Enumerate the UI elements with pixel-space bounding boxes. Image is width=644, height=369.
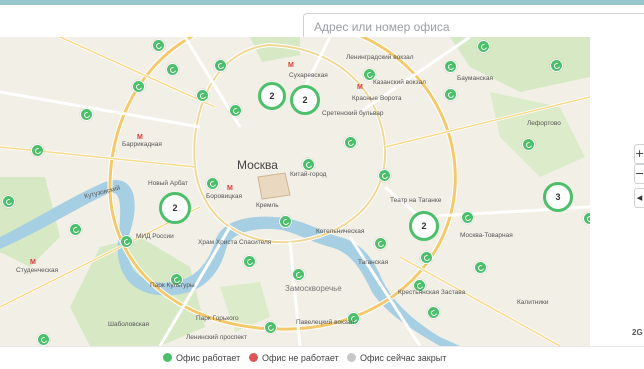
- search-input[interactable]: [303, 13, 644, 40]
- map-label: Сретенский бульвар: [322, 110, 384, 117]
- office-marker[interactable]: [477, 40, 490, 53]
- zoom-in-button[interactable]: +: [634, 144, 644, 164]
- office-marker[interactable]: [37, 333, 50, 346]
- map-label: Крестьянская Застава: [398, 289, 466, 296]
- office-marker[interactable]: [152, 39, 165, 52]
- map-label: Замоскворечье: [285, 284, 342, 293]
- header: [0, 5, 644, 40]
- office-marker[interactable]: [279, 215, 292, 228]
- map-label: Павелецкий вокзал: [296, 319, 355, 326]
- office-marker[interactable]: [229, 104, 242, 117]
- office-cluster[interactable]: 2: [258, 82, 286, 110]
- office-cluster[interactable]: 2: [159, 192, 191, 224]
- map-label: Студенческая: [16, 267, 59, 274]
- office-marker[interactable]: [378, 169, 391, 182]
- office-marker[interactable]: [196, 89, 209, 102]
- map-label: Парк Культуры: [150, 282, 195, 289]
- office-marker[interactable]: [132, 80, 145, 93]
- map-attribution[interactable]: 2G: [632, 328, 643, 337]
- red-dot-icon: [249, 353, 258, 362]
- map-label: Новый Арбат: [148, 180, 188, 187]
- metro-marker: М: [30, 259, 36, 266]
- office-cluster[interactable]: 2: [290, 85, 320, 115]
- office-marker[interactable]: [166, 63, 179, 76]
- map-label: Боровицкая: [206, 193, 243, 200]
- office-marker[interactable]: [583, 212, 590, 225]
- metro-marker: М: [288, 62, 294, 69]
- map-label: Парк Горького: [196, 315, 239, 322]
- map-label: Китай-город: [290, 171, 327, 178]
- office-marker[interactable]: [264, 321, 277, 334]
- office-marker[interactable]: [427, 306, 440, 319]
- legend-working: Офис работает: [163, 353, 240, 365]
- office-marker[interactable]: [461, 211, 474, 224]
- office-marker[interactable]: [420, 251, 433, 264]
- office-marker[interactable]: [214, 59, 227, 72]
- map-label: МИД России: [136, 233, 174, 240]
- map-label: Шаболовская: [108, 321, 149, 328]
- office-marker[interactable]: [522, 138, 535, 151]
- map-label: Ленинградский вокзал: [346, 54, 414, 61]
- city-label: Москва: [237, 158, 278, 172]
- map-label: Казанский вокзал: [373, 79, 426, 86]
- legend-closed-now-label: Офис сейчас закрыт: [360, 353, 447, 363]
- office-marker[interactable]: [444, 88, 457, 101]
- metro-marker: М: [227, 185, 233, 192]
- map-label: Бауманская: [457, 75, 494, 82]
- office-marker[interactable]: [374, 237, 387, 250]
- office-marker[interactable]: [302, 158, 315, 171]
- legend-closed-now: Офис сейчас закрыт: [347, 353, 446, 365]
- metro-marker: М: [357, 84, 363, 91]
- office-marker[interactable]: [69, 223, 82, 236]
- office-marker[interactable]: [80, 108, 93, 121]
- map-label: Кремль: [256, 202, 279, 209]
- office-marker[interactable]: [120, 235, 133, 248]
- office-marker[interactable]: [344, 136, 357, 149]
- map-label: Ленинский проспект: [186, 334, 247, 341]
- office-cluster[interactable]: 2: [409, 211, 439, 241]
- map-label: Храм Христа Спасителя: [198, 239, 272, 246]
- legend-not-working: Офис не работает: [249, 353, 339, 365]
- locate-button[interactable]: ◂: [634, 188, 644, 208]
- legend-working-label: Офис работает: [176, 353, 241, 363]
- office-marker[interactable]: [31, 144, 44, 157]
- office-marker[interactable]: [206, 177, 219, 190]
- office-cluster[interactable]: 3: [543, 182, 573, 212]
- map-label: Сухаревская: [289, 72, 328, 79]
- office-marker[interactable]: [292, 268, 305, 281]
- map-label: Котельническая: [316, 228, 365, 235]
- map-label: Москва-Товарная: [460, 232, 513, 239]
- office-marker[interactable]: [2, 195, 15, 208]
- map-view[interactable]: 2 2 2 2 3 Москва М Сухаревская Ленинград…: [0, 37, 590, 346]
- map-label: Театр на Таганке: [390, 197, 442, 204]
- map-label: Таганская: [358, 259, 389, 266]
- map-legend: Офис работает Офис не работает Офис сейч…: [0, 346, 644, 369]
- office-marker[interactable]: [550, 59, 563, 72]
- office-marker[interactable]: [444, 60, 457, 73]
- metro-marker: М: [137, 134, 143, 141]
- office-marker[interactable]: [243, 255, 256, 268]
- green-dot-icon: [163, 353, 172, 362]
- map-label: Калитники: [517, 299, 549, 306]
- zoom-out-button[interactable]: −: [634, 164, 644, 184]
- legend-not-working-label: Офис не работает: [262, 353, 339, 363]
- map-label: Лефортово: [527, 120, 561, 127]
- gray-dot-icon: [347, 353, 356, 362]
- map-label: Красные Ворота: [352, 95, 402, 102]
- office-marker[interactable]: [474, 261, 487, 274]
- map-label: Баррикадная: [122, 141, 162, 148]
